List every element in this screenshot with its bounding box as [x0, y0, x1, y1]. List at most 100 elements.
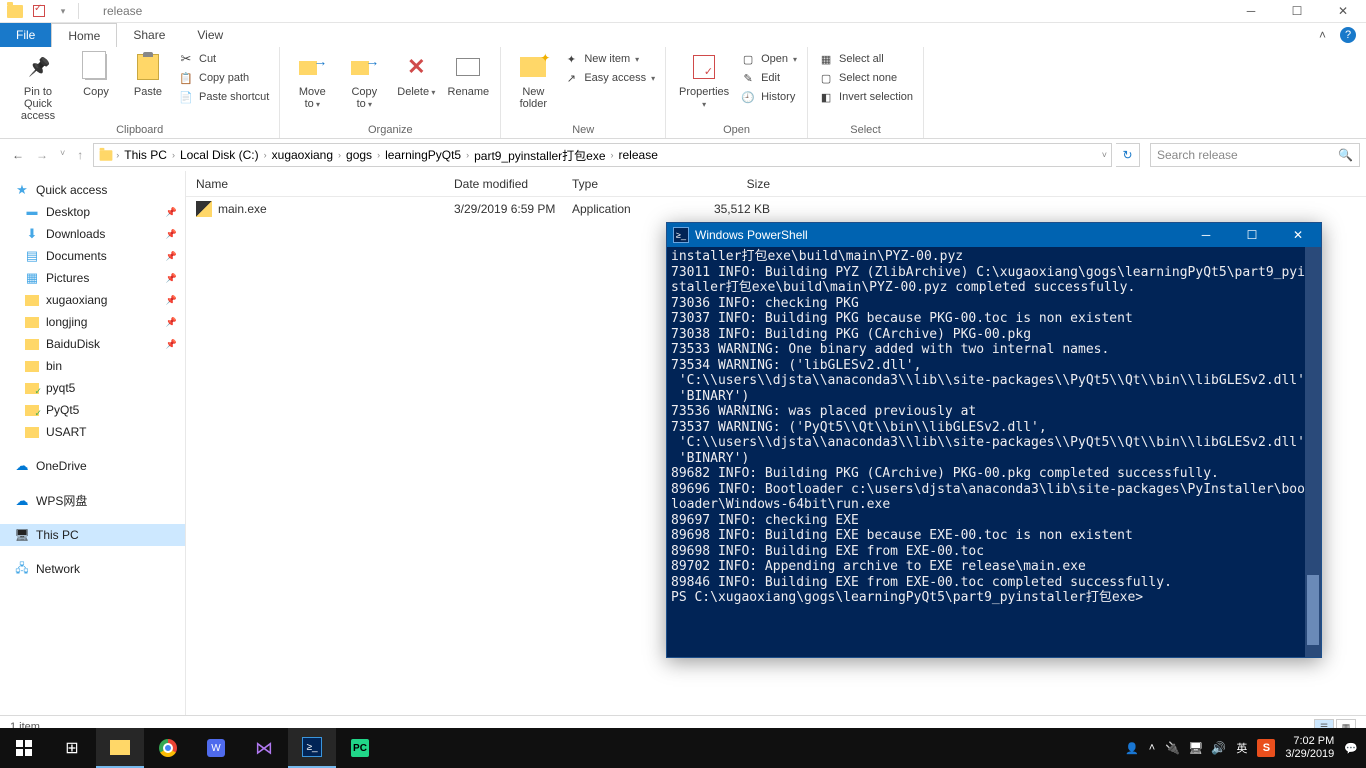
file-row[interactable]: main.exe 3/29/2019 6:59 PM Application 3…	[186, 197, 1366, 221]
tray-expand-icon[interactable]: ˄	[1149, 742, 1155, 754]
delete-button[interactable]: Delete	[394, 51, 438, 98]
ps-maximize-button[interactable]: ☐	[1229, 223, 1275, 247]
nav-forward-button: →	[36, 148, 48, 162]
column-size[interactable]: Size	[690, 177, 770, 191]
select-none-button[interactable]: ▢Select none	[818, 70, 913, 86]
scrollbar[interactable]	[1305, 247, 1321, 657]
sidebar-item[interactable]: USART	[0, 421, 185, 443]
invert-selection-button[interactable]: ◧Invert selection	[818, 89, 913, 105]
breadcrumb-segment[interactable]: learningPyQt5	[382, 148, 464, 162]
paste-shortcut-button[interactable]: 📄Paste shortcut	[178, 89, 269, 105]
tab-share[interactable]: Share	[117, 23, 181, 47]
new-folder-button[interactable]: New folder	[511, 51, 555, 110]
refresh-button[interactable]: ↻	[1116, 143, 1140, 167]
sidebar-item[interactable]: longjing📌	[0, 311, 185, 333]
properties-qat-icon[interactable]	[30, 2, 48, 20]
sidebar-this-pc[interactable]: This PC	[0, 524, 185, 546]
copy-button[interactable]: Copy	[74, 51, 118, 98]
copy-path-button[interactable]: 📋Copy path	[178, 70, 269, 86]
sidebar-onedrive[interactable]: OneDrive	[0, 455, 185, 477]
search-box[interactable]: Search release 🔍	[1150, 143, 1360, 167]
sogou-icon[interactable]: S	[1257, 739, 1275, 757]
easy-access-button[interactable]: ↗Easy access	[563, 70, 655, 86]
powershell-window[interactable]: ≥_ Windows PowerShell ─ ☐ ✕ installer打包e…	[666, 222, 1322, 658]
notifications-icon[interactable]: 💬	[1344, 742, 1358, 755]
tab-view[interactable]: View	[181, 23, 239, 47]
tray-icons[interactable]: 🔌🖥🔊	[1165, 741, 1226, 755]
pin-icon: 📌	[166, 317, 177, 328]
invert-selection-icon: ◧	[818, 89, 834, 105]
ribbon-collapse-icon[interactable]: ˄	[1319, 28, 1326, 42]
nav-back-button[interactable]: ←	[12, 148, 24, 162]
copy-to-button[interactable]: Copy to	[342, 51, 386, 110]
nav-up-button[interactable]: ↑	[77, 148, 83, 162]
start-button[interactable]	[0, 728, 48, 768]
close-button[interactable]: ✕	[1320, 0, 1366, 23]
paste-button[interactable]: Paste	[126, 51, 170, 98]
breadcrumb-segment[interactable]: gogs	[343, 148, 375, 162]
select-all-icon: ▦	[818, 51, 834, 67]
sidebar-wps[interactable]: WPS网盘	[0, 489, 185, 512]
search-placeholder: Search release	[1157, 148, 1238, 162]
addr-dropdown-icon[interactable]: ˅	[1102, 150, 1107, 160]
select-all-button[interactable]: ▦Select all	[818, 51, 913, 67]
cut-button[interactable]: Cut	[178, 51, 269, 67]
sidebar-item[interactable]: xugaoxiang📌	[0, 289, 185, 311]
folder-icon: ✓	[24, 380, 40, 396]
taskbar-wps[interactable]: W	[192, 728, 240, 768]
task-view-button[interactable]: ⊞	[48, 728, 96, 768]
sidebar-item-documents[interactable]: Documents📌	[0, 245, 185, 267]
sidebar-quick-access[interactable]: Quick access	[0, 179, 185, 201]
scrollbar-thumb[interactable]	[1307, 575, 1319, 645]
move-to-button[interactable]: Move to	[290, 51, 334, 110]
tab-home[interactable]: Home	[51, 23, 117, 47]
open-button[interactable]: ▢Open	[740, 51, 797, 67]
ps-minimize-button[interactable]: ─	[1183, 223, 1229, 247]
breadcrumb-segment[interactable]: part9_pyinstaller打包exe	[471, 147, 608, 164]
powershell-titlebar[interactable]: ≥_ Windows PowerShell ─ ☐ ✕	[667, 223, 1321, 247]
taskbar-vs[interactable]: ⋈	[240, 728, 288, 768]
history-button[interactable]: 🕘History	[740, 89, 797, 105]
column-type[interactable]: Type	[572, 177, 690, 191]
folder-icon	[100, 150, 113, 160]
taskbar-chrome[interactable]	[144, 728, 192, 768]
sidebar-item-downloads[interactable]: Downloads📌	[0, 223, 185, 245]
properties-button[interactable]: Properties	[676, 51, 732, 110]
sidebar-item[interactable]: BaiduDisk📌	[0, 333, 185, 355]
breadcrumb-segment[interactable]: release	[616, 148, 661, 162]
address-bar[interactable]: › This PC› Local Disk (C:)› xugaoxiang› …	[93, 143, 1112, 167]
ps-close-button[interactable]: ✕	[1275, 223, 1321, 247]
column-name[interactable]: Name	[196, 177, 454, 191]
sidebar-item-pictures[interactable]: Pictures📌	[0, 267, 185, 289]
exe-icon	[196, 201, 212, 217]
rename-button[interactable]: Rename	[446, 51, 490, 98]
qat-more-icon[interactable]: ▾	[54, 2, 72, 20]
column-date[interactable]: Date modified	[454, 177, 572, 191]
taskbar-clock[interactable]: 7:02 PM3/29/2019	[1285, 735, 1334, 761]
breadcrumb-segment[interactable]: This PC	[121, 148, 170, 162]
maximize-button[interactable]: ☐	[1274, 0, 1320, 23]
taskbar-explorer[interactable]	[96, 728, 144, 768]
file-date: 3/29/2019 6:59 PM	[454, 202, 572, 216]
sidebar-network[interactable]: Network	[0, 558, 185, 580]
help-icon[interactable]: ?	[1340, 27, 1356, 43]
ime-indicator[interactable]: 英	[1236, 740, 1247, 756]
breadcrumb-segment[interactable]: Local Disk (C:)	[177, 148, 262, 162]
minimize-button[interactable]: ─	[1228, 0, 1274, 23]
powershell-output[interactable]: installer打包exe\build\main\PYZ-00.pyz 730…	[667, 247, 1321, 657]
sidebar-item-desktop[interactable]: Desktop📌	[0, 201, 185, 223]
sidebar-item[interactable]: ✓PyQt5	[0, 399, 185, 421]
new-group-label: New	[511, 123, 655, 136]
sidebar-item[interactable]: ✓pyqt5	[0, 377, 185, 399]
downloads-icon	[24, 226, 40, 242]
taskbar-pycharm[interactable]: PC	[336, 728, 384, 768]
new-item-button[interactable]: ✦New item	[563, 51, 655, 67]
people-icon[interactable]: 👤	[1125, 742, 1139, 755]
breadcrumb-segment[interactable]: xugaoxiang	[269, 148, 336, 162]
sidebar-item[interactable]: bin	[0, 355, 185, 377]
edit-button[interactable]: ✎Edit	[740, 70, 797, 86]
nav-recent-button[interactable]: ˅	[60, 148, 65, 162]
taskbar-powershell[interactable]: ≥_	[288, 728, 336, 768]
tab-file[interactable]: File	[0, 23, 51, 47]
pin-quick-access-button[interactable]: Pin to Quick access	[10, 51, 66, 122]
